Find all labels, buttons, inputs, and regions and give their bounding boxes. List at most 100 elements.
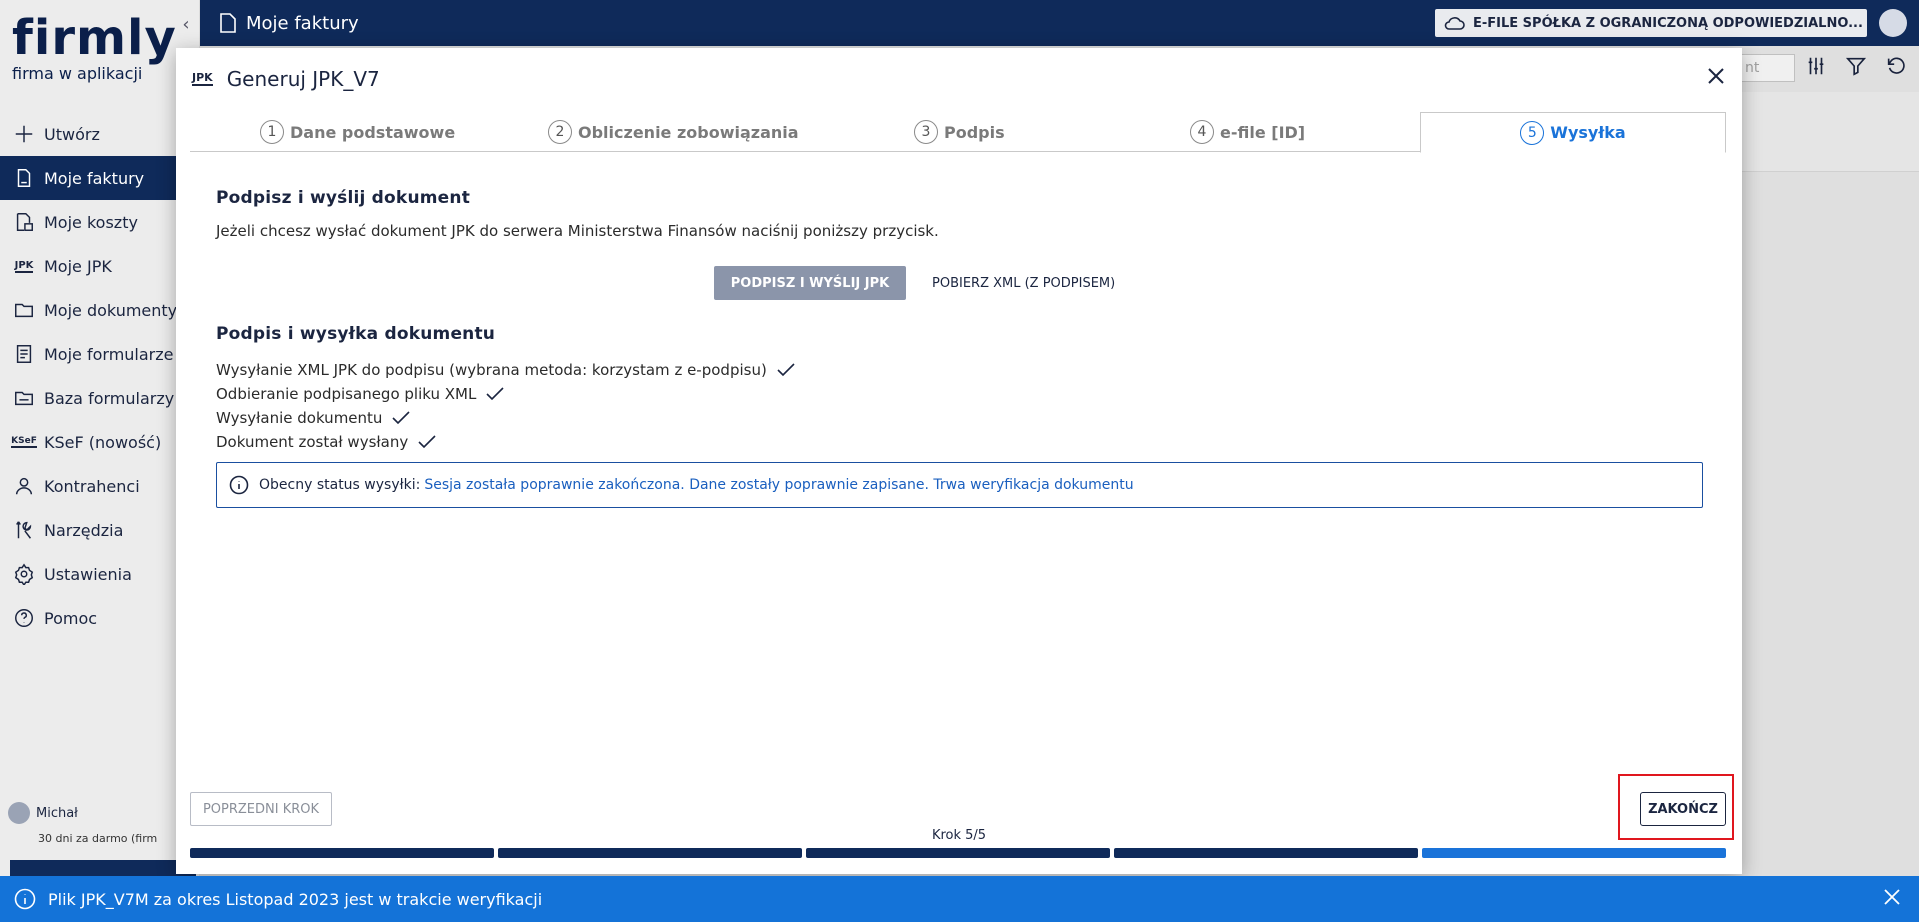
info-icon bbox=[229, 475, 249, 495]
previous-step-button[interactable]: POPRZEDNI KROK bbox=[190, 792, 332, 826]
tab-label: Dane podstawowe bbox=[290, 122, 456, 142]
trial-info: 30 dni za darmo (firm bbox=[38, 832, 158, 845]
close-icon[interactable] bbox=[1883, 888, 1905, 910]
sidebar-item-ksef[interactable]: KSeF KSeF (nowość) bbox=[0, 420, 200, 464]
sidebar-item-settings[interactable]: Ustawienia bbox=[0, 552, 200, 596]
step-text: Wysyłanie XML JPK do podpisu (wybrana me… bbox=[216, 361, 767, 379]
tab-number: 2 bbox=[548, 120, 572, 144]
tab-signature[interactable]: 3 Podpis bbox=[914, 112, 1005, 152]
jpk-badge: JPK bbox=[14, 259, 34, 273]
sign-and-send-button[interactable]: PODPISZ I WYŚLIJ JPK bbox=[714, 266, 906, 300]
logo-tagline: firma w aplikacji bbox=[12, 64, 143, 83]
step-item: Odbieranie podpisanego pliku XML bbox=[216, 382, 795, 406]
sidebar-item-label: Kontrahenci bbox=[44, 476, 140, 496]
tab-label: e-file [ID] bbox=[1220, 122, 1306, 142]
invoice-icon bbox=[12, 166, 36, 190]
jpk-icon: JPK bbox=[12, 254, 36, 278]
tab-basic-data[interactable]: 1 Dane podstawowe bbox=[260, 112, 455, 152]
sidebar-item-form-base[interactable]: Baza formularzy bbox=[0, 376, 200, 420]
company-name: E-FILE SPÓŁKA Z OGRANICZONĄ ODPOWIEDZIAL… bbox=[1473, 15, 1863, 31]
sidebar-item-label: Moje koszty bbox=[44, 212, 138, 232]
form-base-icon bbox=[12, 386, 36, 410]
step-text: Dokument został wysłany bbox=[216, 433, 409, 451]
avatar bbox=[8, 802, 30, 824]
modal-header: JPK Generuj JPK_V7 bbox=[192, 64, 380, 94]
tab-label: Obliczenie zobowiązania bbox=[578, 122, 799, 142]
section-description: Jeżeli chcesz wysłać dokument JPK do ser… bbox=[216, 222, 939, 240]
sidebar-item-label: Pomoc bbox=[44, 608, 98, 628]
sidebar-item-create[interactable]: Utwórz bbox=[0, 112, 200, 156]
tab-efile-id[interactable]: 4 e-file [ID] bbox=[1190, 112, 1305, 152]
ksef-badge: KSeF bbox=[11, 436, 37, 448]
costs-icon bbox=[12, 210, 36, 234]
tab-liability-calculation[interactable]: 2 Obliczenie zobowiązania bbox=[548, 112, 799, 152]
sidebar-nav: Utwórz Moje faktury Moje koszty JPK Moje… bbox=[0, 112, 200, 640]
sidebar-item-costs[interactable]: Moje koszty bbox=[0, 200, 200, 244]
tab-label: Wysyłka bbox=[1550, 123, 1626, 142]
sidebar-item-help[interactable]: Pomoc bbox=[0, 596, 200, 640]
progress-segment bbox=[498, 848, 802, 858]
tab-number: 4 bbox=[1190, 120, 1214, 144]
step-item: Dokument został wysłany bbox=[216, 430, 795, 454]
tab-number: 5 bbox=[1520, 120, 1545, 145]
step-item: Wysyłanie dokumentu bbox=[216, 406, 795, 430]
sidebar-item-forms[interactable]: Moje formularze bbox=[0, 332, 200, 376]
sidebar-item-label: Moje JPK bbox=[44, 256, 112, 276]
progress-segment bbox=[1114, 848, 1418, 858]
user-profile[interactable]: Michał bbox=[8, 802, 78, 824]
modal-content: Podpisz i wyślij dokument Jeżeli chcesz … bbox=[216, 188, 1706, 240]
status-label: Obecny status wysyłki: bbox=[259, 477, 421, 493]
notification-bar: Plik JPK_V7M za okres Listopad 2023 jest… bbox=[0, 876, 1919, 922]
close-icon[interactable] bbox=[1706, 66, 1730, 90]
info-icon bbox=[14, 888, 36, 910]
sidebar-item-invoices[interactable]: Moje faktury bbox=[0, 156, 200, 200]
sidebar-item-documents[interactable]: Moje dokumenty bbox=[0, 288, 200, 332]
sidebar-item-label: KSeF (nowość) bbox=[44, 432, 162, 452]
status-value: Sesja została poprawnie zakończona. Dane… bbox=[424, 477, 1134, 493]
form-icon bbox=[12, 342, 36, 366]
checkmark-icon bbox=[418, 435, 436, 449]
status-box: Obecny status wysyłki: Sesja została pop… bbox=[216, 462, 1703, 508]
sidebar-item-tools[interactable]: Narzędzia bbox=[0, 508, 200, 552]
logo-wordmark: firmly bbox=[12, 10, 177, 66]
jpk-icon: JPK bbox=[192, 71, 213, 86]
avatar[interactable] bbox=[1879, 9, 1907, 37]
invoice-icon bbox=[220, 13, 236, 33]
tab-number: 1 bbox=[260, 120, 284, 144]
folder-icon bbox=[12, 298, 36, 322]
checkmark-icon bbox=[777, 363, 795, 377]
ksef-icon: KSeF bbox=[11, 430, 37, 454]
user-name: Michał bbox=[36, 805, 78, 821]
progress-bar bbox=[190, 848, 1726, 858]
checkmark-icon bbox=[486, 387, 504, 401]
gear-icon bbox=[12, 562, 36, 586]
tab-sending[interactable]: 5 Wysyłka bbox=[1420, 112, 1726, 153]
progress-segment bbox=[806, 848, 1110, 858]
logo[interactable]: firmly firma w aplikacji bbox=[12, 10, 177, 84]
sidebar-item-label: Ustawienia bbox=[44, 564, 132, 584]
finish-button[interactable]: ZAKOŃCZ bbox=[1640, 792, 1726, 826]
section-title-signature-sending: Podpis i wysyłka dokumentu bbox=[216, 324, 496, 344]
step-counter: Krok 5/5 bbox=[931, 828, 987, 843]
modal-title: Generuj JPK_V7 bbox=[226, 67, 380, 91]
page-title: Moje faktury bbox=[246, 12, 359, 34]
section-title-sign-send: Podpisz i wyślij dokument bbox=[216, 188, 471, 208]
step-item: Wysyłanie XML JPK do podpisu (wybrana me… bbox=[216, 358, 795, 382]
progress-segment bbox=[190, 848, 494, 858]
company-selector[interactable]: E-FILE SPÓŁKA Z OGRANICZONĄ ODPOWIEDZIAL… bbox=[1435, 9, 1867, 37]
action-buttons: PODPISZ I WYŚLIJ JPK POBIERZ XML (Z PODP… bbox=[714, 266, 1115, 300]
sidebar-item-contractors[interactable]: Kontrahenci bbox=[0, 464, 200, 508]
top-bar: Moje faktury E-FILE SPÓŁKA Z OGRANICZONĄ… bbox=[200, 0, 1919, 46]
tab-label: Podpis bbox=[944, 122, 1005, 142]
checkmark-icon bbox=[392, 411, 411, 425]
sidebar-item-label: Moje formularze bbox=[44, 344, 174, 364]
collapse-sidebar-icon[interactable]: ‹ bbox=[176, 14, 196, 36]
plus-icon bbox=[12, 122, 36, 146]
download-xml-button[interactable]: POBIERZ XML (Z PODPISEM) bbox=[932, 276, 1115, 291]
wizard-tabs: 1 Dane podstawowe 2 Obliczenie zobowiąza… bbox=[190, 112, 1726, 153]
sidebar: firmly firma w aplikacji ‹ Utwórz Moje f… bbox=[0, 0, 200, 922]
sidebar-item-jpk[interactable]: JPK Moje JPK bbox=[0, 244, 200, 288]
tab-number: 3 bbox=[914, 120, 938, 144]
sidebar-item-label: Narzędzia bbox=[44, 520, 124, 540]
generate-jpk-modal: JPK Generuj JPK_V7 1 Dane podstawowe 2 O… bbox=[176, 48, 1742, 874]
